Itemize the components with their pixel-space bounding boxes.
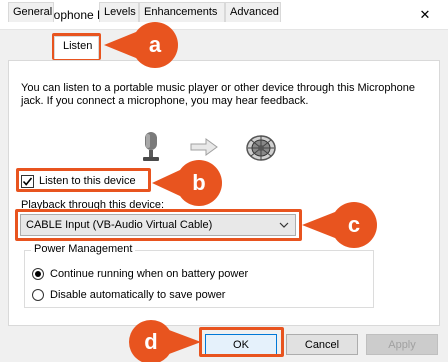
tab-levels[interactable]: Levels bbox=[99, 2, 139, 22]
listen-description: You can listen to a portable music playe… bbox=[21, 82, 415, 107]
arrow-right-icon bbox=[190, 138, 218, 156]
listen-checkbox-row[interactable]: Listen to this device bbox=[21, 173, 136, 189]
ok-button[interactable]: OK bbox=[205, 334, 277, 355]
tab-listen[interactable]: Listen bbox=[54, 36, 99, 59]
device-illustration bbox=[130, 128, 290, 168]
power-option-label: Disable automatically to save power bbox=[50, 289, 226, 301]
checkmark-icon bbox=[22, 176, 33, 186]
playback-label: Playback through this device: bbox=[21, 199, 165, 211]
radio-continue[interactable] bbox=[32, 268, 44, 280]
cancel-button[interactable]: Cancel bbox=[286, 334, 358, 355]
close-button[interactable]: ✕ bbox=[402, 0, 448, 30]
tab-advanced[interactable]: Advanced bbox=[225, 2, 281, 22]
tab-enhancements[interactable]: Enhancements bbox=[139, 2, 225, 22]
power-management-label: Power Management bbox=[31, 243, 136, 255]
playback-device-dropdown[interactable]: CABLE Input (VB-Audio Virtual Cable) bbox=[20, 214, 296, 236]
speaker-icon bbox=[246, 135, 276, 161]
close-icon: ✕ bbox=[419, 7, 431, 22]
power-option-disable[interactable]: Disable automatically to save power bbox=[32, 288, 225, 302]
playback-device-value: CABLE Input (VB-Audio Virtual Cable) bbox=[26, 219, 213, 231]
listen-checkbox-label: Listen to this device bbox=[39, 175, 136, 187]
apply-button[interactable]: Apply bbox=[366, 334, 438, 355]
radio-disable[interactable] bbox=[32, 289, 44, 301]
microphone-icon bbox=[143, 132, 159, 161]
chevron-down-icon bbox=[279, 222, 289, 228]
callout-d: d bbox=[144, 329, 158, 354]
listen-checkbox[interactable] bbox=[21, 174, 34, 188]
power-option-continue[interactable]: Continue running when on battery power bbox=[32, 267, 248, 281]
tab-general[interactable]: General bbox=[8, 2, 54, 22]
callout-a: a bbox=[148, 32, 162, 57]
power-option-label: Continue running when on battery power bbox=[50, 268, 249, 280]
